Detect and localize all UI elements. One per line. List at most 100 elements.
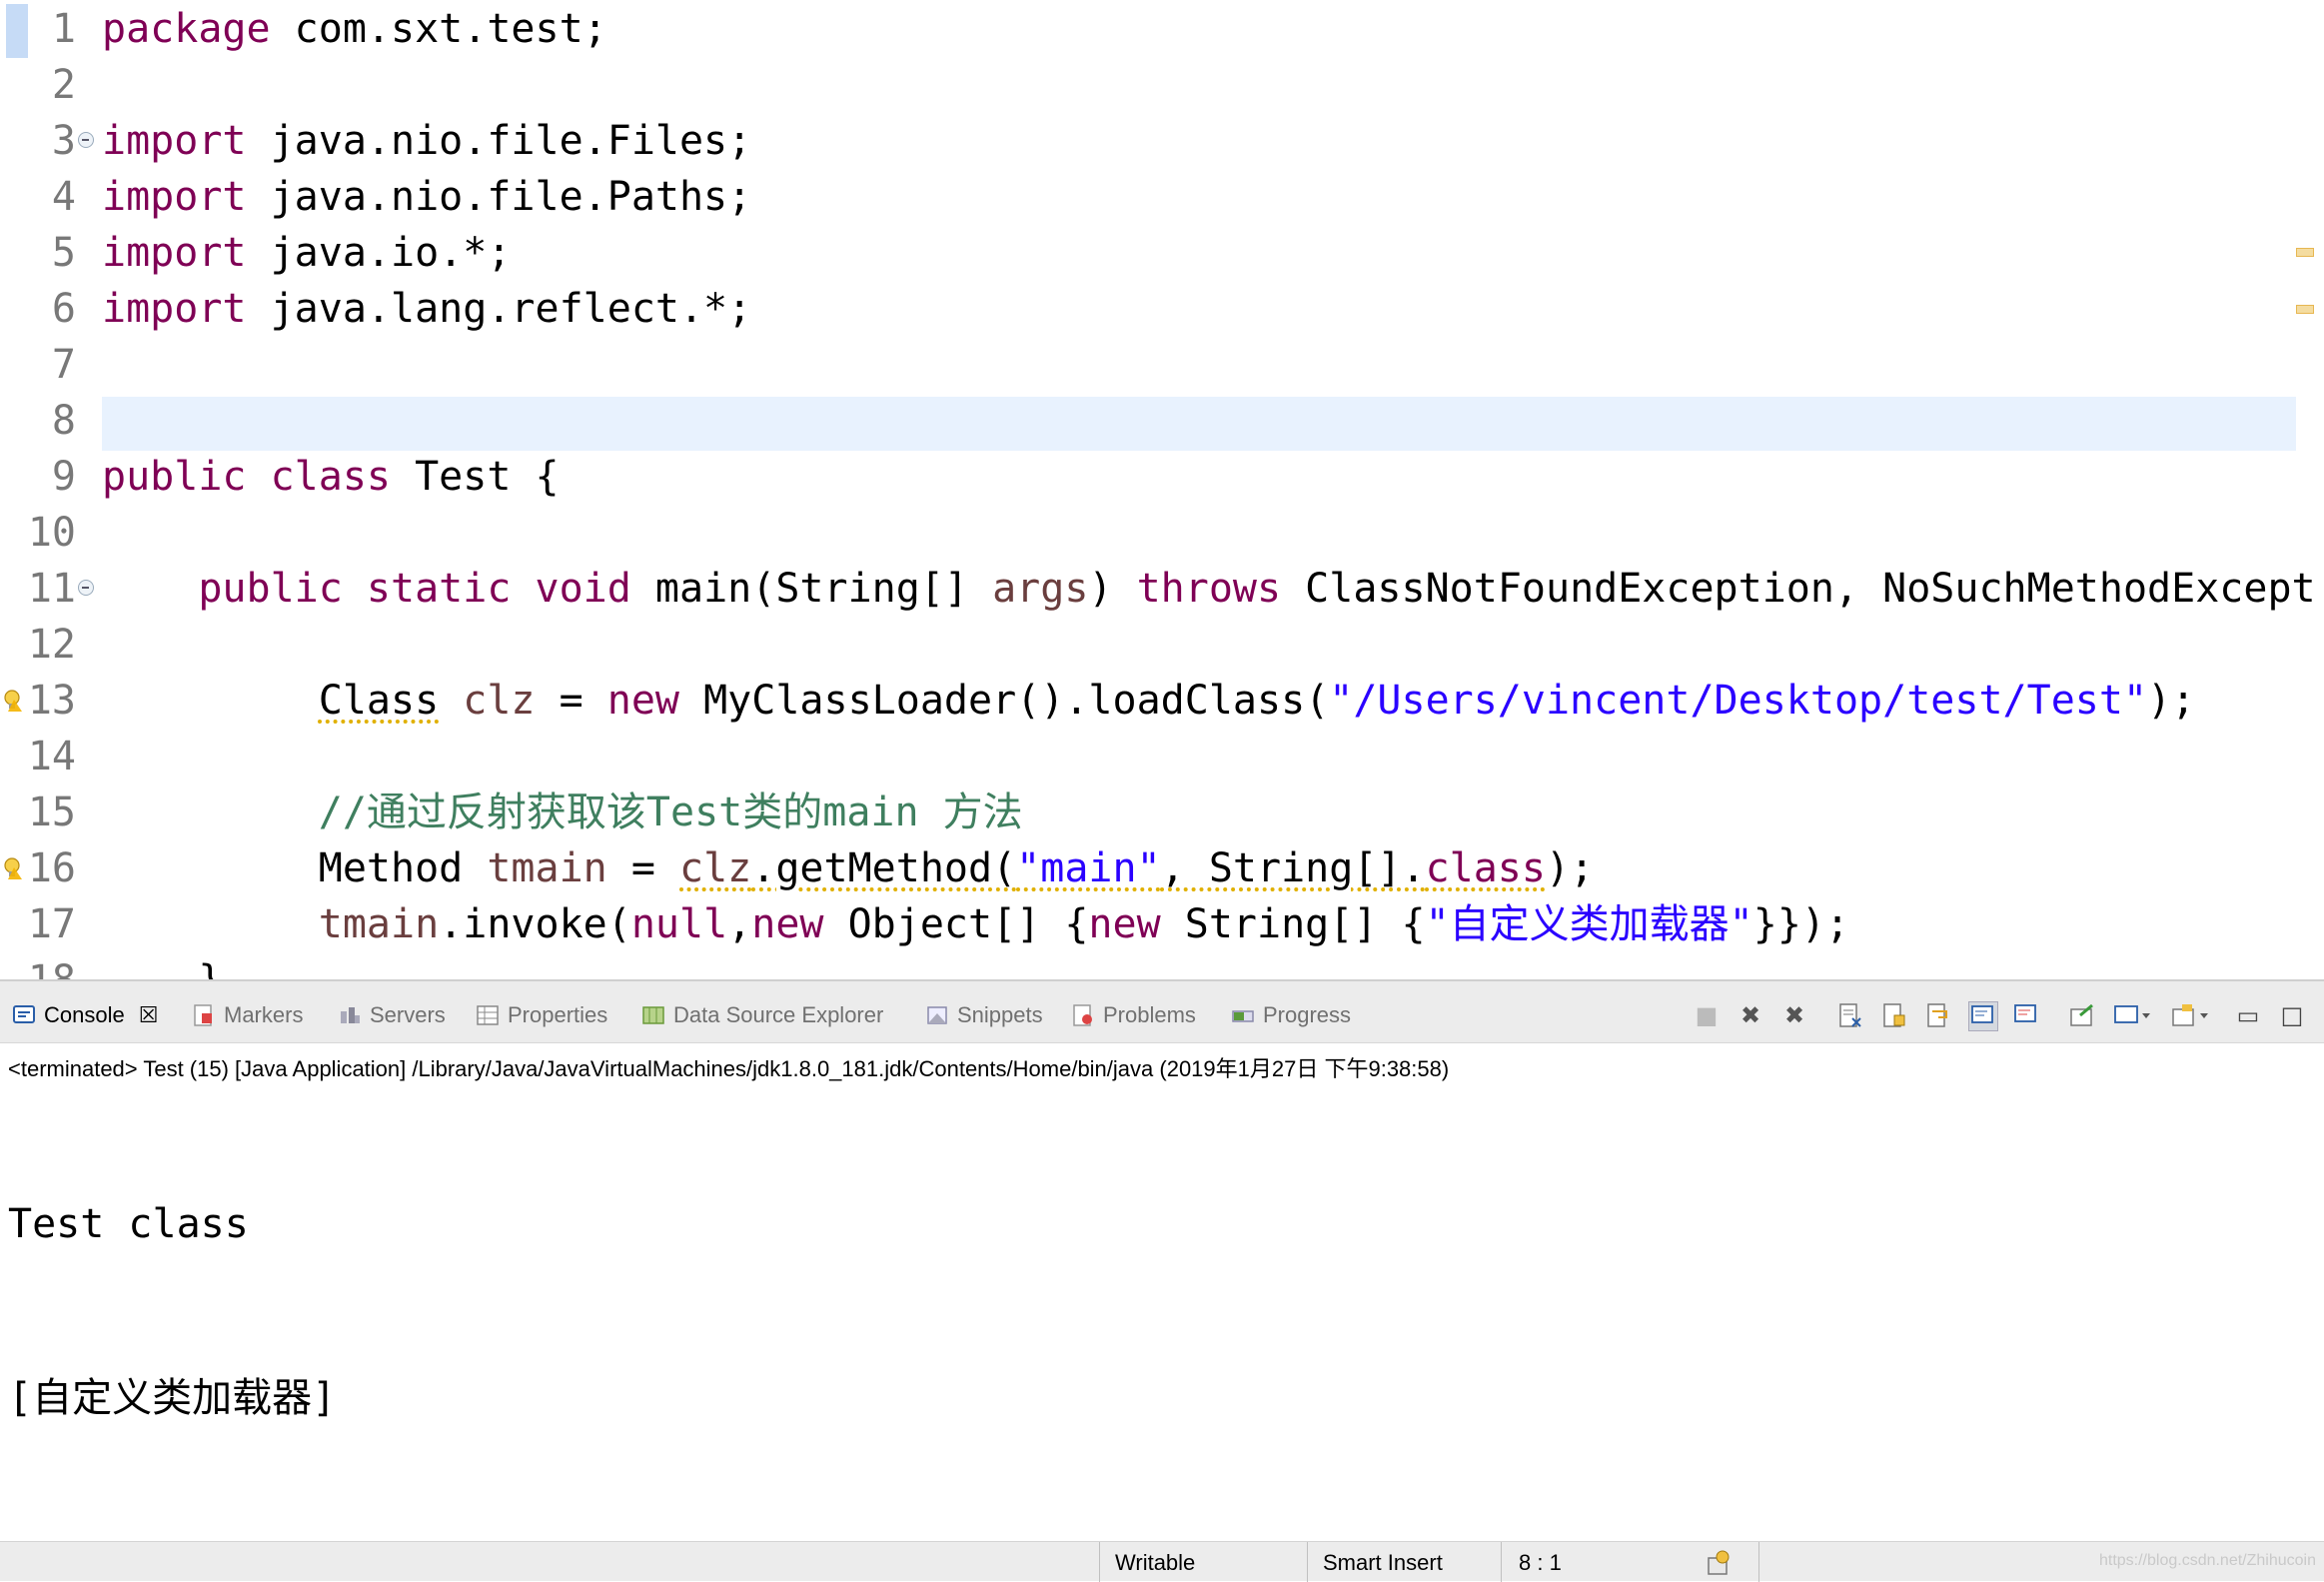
- pin-console-icon[interactable]: [2068, 1001, 2096, 1029]
- overview-ruler-warning[interactable]: [2296, 305, 2314, 314]
- code-token: args: [992, 566, 1089, 612]
- code-token: //通过反射获取该Test类的main 方法: [318, 790, 1023, 835]
- show-console-on-output-icon[interactable]: [1968, 1001, 1998, 1031]
- tab-properties[interactable]: Properties: [476, 995, 607, 1035]
- tab-label: Data Source Explorer: [673, 1002, 884, 1027]
- view-tab-bar: Console ☒ Markers Servers Properties Dat…: [0, 979, 2324, 1043]
- code-token: import: [102, 286, 247, 332]
- remove-launch-icon[interactable]: ✖: [1737, 1001, 1764, 1029]
- line-number: 5: [51, 230, 76, 276]
- code-token: "main": [1016, 845, 1161, 891]
- progress-icon: [1232, 1010, 1254, 1022]
- insert-mode-status[interactable]: Smart Insert: [1323, 1550, 1443, 1576]
- warning-bulb-icon[interactable]: [4, 857, 22, 879]
- tab-label: Servers: [370, 1002, 446, 1027]
- code-line[interactable]: public static void main(String[] args) t…: [102, 561, 2316, 617]
- tab-data-source-explorer[interactable]: Data Source Explorer: [641, 995, 883, 1035]
- scroll-lock-icon[interactable]: [1880, 1001, 1908, 1029]
- console-output[interactable]: Test class [自定义类加载器]: [8, 1079, 336, 1543]
- code-line[interactable]: public class Test {: [102, 449, 560, 505]
- tab-markers[interactable]: Markers: [192, 995, 303, 1035]
- word-wrap-icon[interactable]: [1924, 1001, 1952, 1029]
- update-notification-icon[interactable]: [1705, 1548, 1735, 1578]
- code-line[interactable]: tmain.invoke(null,new Object[] {new Stri…: [102, 896, 1849, 952]
- status-divider: [1307, 1542, 1308, 1582]
- status-bar: Writable Smart Insert 8 : 1 https://blog…: [0, 1541, 2324, 1582]
- code-token: main(String[]: [630, 566, 993, 612]
- code-line[interactable]: Class clz = new MyClassLoader().loadClas…: [102, 673, 2195, 729]
- tab-label: Progress: [1263, 1002, 1352, 1027]
- warning-bulb-icon[interactable]: [4, 690, 22, 712]
- current-line-highlight: [102, 397, 2296, 451]
- line-number: 6: [51, 286, 76, 332]
- tab-console[interactable]: Console ☒: [12, 995, 158, 1035]
- code-line[interactable]: Method tmain = clz.getMethod("main", Str…: [102, 840, 1594, 896]
- code-token: import: [102, 118, 247, 164]
- tab-progress[interactable]: Progress: [1231, 995, 1351, 1035]
- open-console-icon[interactable]: [2170, 1001, 2210, 1029]
- line-number: 9: [51, 454, 76, 500]
- console-output-line: Test class: [8, 1201, 249, 1247]
- code-token: Object[] {: [823, 901, 1089, 947]
- line-number: 2: [51, 62, 76, 108]
- code-token: void: [535, 566, 631, 612]
- line-number: 10: [27, 510, 76, 556]
- code-token: clz: [679, 845, 752, 891]
- status-divider: [1501, 1542, 1502, 1582]
- code-token: throws: [1136, 566, 1282, 612]
- code-line[interactable]: import java.nio.file.Files;: [102, 113, 751, 169]
- line-number: 7: [51, 342, 76, 388]
- line-number: 11: [27, 566, 76, 612]
- tab-servers[interactable]: Servers: [338, 995, 446, 1035]
- tab-label: Problems: [1103, 1002, 1196, 1027]
- code-editor[interactable]: 1 package com.sxt.test; 2 3 import java.nio.…: [0, 0, 2324, 979]
- code-token: "自定义类加载器": [1425, 901, 1753, 947]
- code-line[interactable]: import java.lang.reflect.*;: [102, 281, 751, 337]
- code-line[interactable]: package com.sxt.test;: [102, 1, 607, 57]
- close-icon[interactable]: ☒: [139, 1002, 159, 1028]
- clear-console-icon[interactable]: [1836, 1001, 1864, 1029]
- console-output-line: [自定义类加载器]: [8, 1375, 337, 1421]
- code-token: new: [606, 678, 680, 724]
- line-number: 8: [51, 398, 76, 444]
- maximize-icon[interactable]: □: [2278, 1001, 2306, 1029]
- fold-toggle-icon[interactable]: [78, 580, 94, 596]
- show-console-on-error-icon[interactable]: [2012, 1001, 2040, 1029]
- code-line[interactable]: import java.nio.file.Paths;: [102, 169, 751, 225]
- terminate-icon[interactable]: ■: [1693, 1001, 1721, 1029]
- code-token: ): [1088, 566, 1137, 612]
- overview-ruler-warning[interactable]: [2296, 248, 2314, 257]
- watermark: https://blog.csdn.net/Zhihucoin: [2098, 1552, 2316, 1569]
- fold-toggle-icon[interactable]: [78, 132, 94, 148]
- line-number: 4: [51, 174, 76, 220]
- servers-icon: [341, 1007, 360, 1023]
- code-token: package: [102, 6, 271, 52]
- code-token: );: [2147, 678, 2196, 724]
- code-token: new: [751, 901, 824, 947]
- display-selected-console-icon[interactable]: [2112, 1001, 2152, 1029]
- line-number: 12: [27, 622, 76, 668]
- tab-problems[interactable]: Problems: [1071, 995, 1196, 1035]
- code-line[interactable]: import java.io.*;: [102, 225, 511, 281]
- code-token: ClassNotFoundException, NoSuchMethodExce…: [1281, 566, 2316, 612]
- code-token: tmain: [487, 845, 607, 891]
- status-divider: [1099, 1542, 1100, 1582]
- code-token: null: [630, 901, 728, 947]
- code-line[interactable]: }: [102, 952, 222, 979]
- problems-icon: [1073, 1004, 1092, 1026]
- code-token: }});: [1752, 901, 1850, 947]
- code-token: class: [1425, 845, 1546, 891]
- snippets-icon: [927, 1006, 947, 1024]
- tab-snippets[interactable]: Snippets: [925, 995, 1043, 1035]
- remove-all-launches-icon[interactable]: ✖: [1780, 1001, 1808, 1029]
- tab-label: Console: [44, 1002, 125, 1027]
- minimize-icon[interactable]: ▭: [2234, 1001, 2262, 1029]
- code-line[interactable]: //通过反射获取该Test类的main 方法: [102, 785, 1023, 840]
- code-token: java.io.*;: [246, 230, 512, 276]
